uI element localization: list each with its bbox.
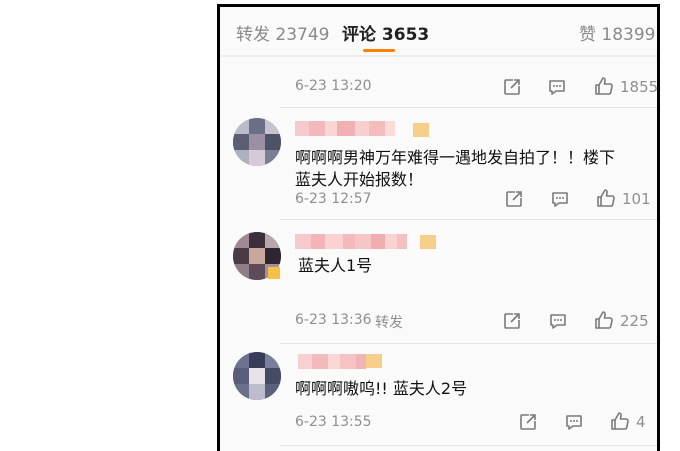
like-count: 101 [622,190,651,208]
thumbs-up-icon[interactable] [594,310,614,330]
like-count: 225 [620,312,649,330]
comment-icon[interactable] [547,77,567,97]
comment-divider [280,445,657,446]
like-count: 1855 [620,78,659,96]
comment-text: 蓝夫人1号 [298,256,373,275]
comment-icon[interactable] [550,189,570,209]
thumbs-up-icon[interactable] [610,411,630,431]
tab-divider [220,55,657,57]
tab-likes[interactable]: 赞 18399 [579,20,655,45]
share-icon[interactable] [502,311,522,331]
comment-icon[interactable] [548,311,568,331]
tab-repost[interactable]: 转发 23749 [236,20,329,45]
comment-divider [280,107,657,108]
share-icon[interactable] [504,189,524,209]
verified-badge-icon [268,267,280,279]
weibo-comment-screen: 转发 23749 评论 3653 赞 18399 6-23 13:20 1855 [217,4,660,451]
thumbs-up-icon[interactable] [596,188,616,208]
tab-comments[interactable]: 评论 3653 [342,20,429,45]
comment-time: 6-23 13:55 [295,414,372,430]
comment-text: 啊啊啊男神万年难得一遇地发自拍了！！楼下 蓝夫人开始报数！ [295,148,616,189]
thumbs-up-icon[interactable] [594,76,614,96]
active-tab-indicator [363,49,395,52]
avatar[interactable] [233,352,281,400]
comment-time: 6-23 12:57 [295,191,372,207]
member-badge-icon [413,123,429,137]
comment-time: 6-23 13:36 [295,312,372,328]
repost-link[interactable]: 转发 [375,312,403,332]
username-blurred[interactable] [295,234,407,249]
comment-divider [280,219,657,220]
share-icon[interactable] [502,77,522,97]
member-badge-icon [366,354,382,368]
member-badge-icon [420,235,436,249]
share-icon[interactable] [518,412,538,432]
comment-divider [280,343,657,344]
avatar[interactable] [233,118,281,166]
username-blurred[interactable] [298,354,366,369]
comment-icon[interactable] [564,412,584,432]
comment-time: 6-23 13:20 [295,78,372,94]
like-count: 4 [636,413,646,431]
comment-text: 啊啊啊嗷呜!! 蓝夫人2号 [295,379,468,398]
username-blurred[interactable] [295,121,395,136]
tab-bar: 转发 23749 评论 3653 赞 18399 [220,7,657,55]
